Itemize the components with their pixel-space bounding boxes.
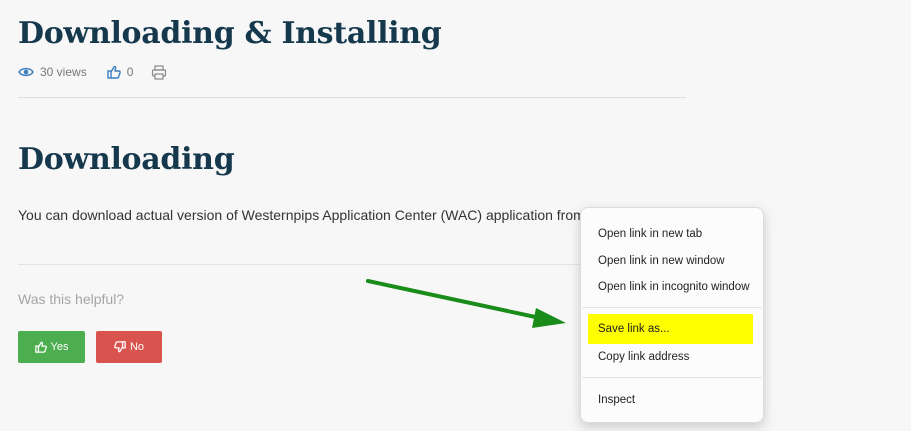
menu-item-save-link-as[interactable]: Save link as... <box>588 314 753 344</box>
header-divider <box>18 97 686 98</box>
views-count: 30 views <box>40 65 87 79</box>
menu-separator <box>582 377 762 378</box>
helpful-question: Was this helpful? <box>18 291 125 307</box>
thumbs-up-icon <box>34 341 47 353</box>
context-menu: Open link in new tab Open link in new wi… <box>580 207 764 423</box>
thumbs-up-icon[interactable] <box>106 65 121 79</box>
article-title: Downloading & Installing <box>18 16 442 51</box>
menu-item-inspect[interactable]: Inspect <box>581 387 763 413</box>
menu-item-open-new-tab[interactable]: Open link in new tab <box>581 221 763 247</box>
yes-label: Yes <box>50 341 69 353</box>
body-paragraph: You can download actual version of Weste… <box>18 205 608 225</box>
eye-icon <box>18 66 34 78</box>
printer-icon[interactable] <box>151 64 167 80</box>
yes-button[interactable]: Yes <box>18 331 85 363</box>
body-text: You can download actual version of Weste… <box>18 207 589 223</box>
menu-item-copy-link-address[interactable]: Copy link address <box>581 344 763 370</box>
no-button[interactable]: No <box>96 331 162 363</box>
thumbs-down-icon <box>114 341 126 353</box>
likes-count: 0 <box>126 65 134 79</box>
no-label: No <box>129 341 145 353</box>
article-meta: 30 views 0 <box>18 62 167 82</box>
section-heading: Downloading <box>18 142 235 177</box>
menu-item-open-new-window[interactable]: Open link in new window <box>581 248 763 274</box>
menu-separator <box>582 307 762 308</box>
menu-item-open-incognito[interactable]: Open link in incognito window <box>581 274 763 300</box>
